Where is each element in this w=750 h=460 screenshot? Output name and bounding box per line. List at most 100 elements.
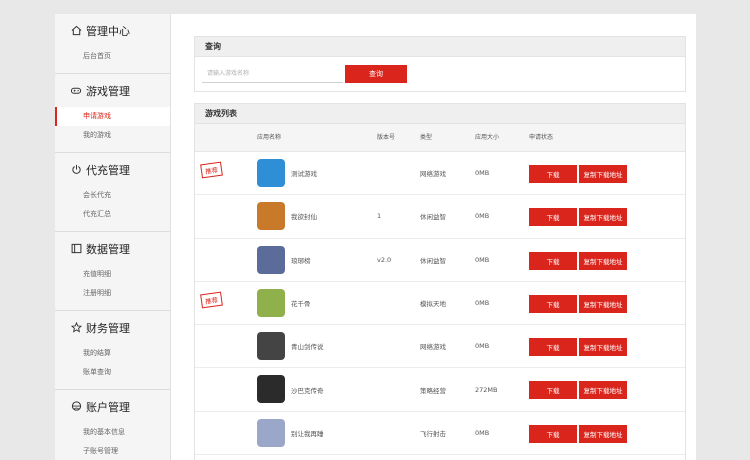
account-icon: [70, 401, 82, 413]
sidebar-group-label: 游戏管理: [86, 84, 130, 98]
sidebar-group: 账户管理我的基本信息 子账号管理: [55, 390, 170, 460]
sidebar: 管理中心后台首页游戏管理申请游戏 我的游戏代充管理会长代充 代充汇总数据管理充值明细…: [55, 14, 171, 460]
app-icon-brw: [257, 418, 285, 447]
table-row: 我欲封仙 1 休闲益智 0MB 下载 复制下载地址: [195, 195, 685, 239]
sidebar-group-label: 管理中心: [86, 24, 130, 38]
sidebar-item[interactable]: 后台首页: [55, 47, 170, 66]
recommend-badge: 推荐: [200, 161, 223, 179]
table-row: 别让我再睡 飞行射击 0MB 下载 复制下载地址: [195, 412, 685, 456]
sidebar-item[interactable]: 代充汇总: [55, 205, 170, 224]
sidebar-group: 管理中心后台首页: [55, 14, 170, 74]
sidebar-group-header[interactable]: 管理中心: [55, 14, 170, 47]
app-icon-wyfx: [257, 202, 285, 231]
sidebar-item[interactable]: 我的游戏: [55, 126, 170, 145]
col-size: 应用大小: [475, 134, 500, 141]
sidebar-group-header[interactable]: 财务管理: [55, 311, 170, 344]
table-row: 推荐测试游戏 网络游戏 0MB 下载 复制下载地址: [195, 152, 685, 196]
app-icon-qs: [257, 332, 285, 361]
download-button[interactable]: 下载: [529, 381, 577, 400]
app-icon-test: [257, 159, 285, 187]
main-content: 查询 查询 游戏列表 应用名称 版本号 类型 应用大小 申请状态 推荐测试游戏网…: [171, 14, 696, 460]
download-button[interactable]: 下载: [529, 165, 577, 183]
app-icon-hqg: [257, 288, 285, 317]
sidebar-group-label: 数据管理: [86, 242, 130, 256]
power-icon: [70, 164, 82, 176]
app-version: v2.0: [377, 255, 392, 264]
copy-link-button[interactable]: 复制下载地址: [579, 208, 627, 227]
table-row: 沙巴克传奇 策略经营 272MB 下载 复制下载地址: [195, 368, 685, 412]
app-size: 0MB: [475, 212, 490, 221]
app-name: 花千骨: [291, 300, 311, 309]
app-type: 飞行射击: [420, 429, 446, 438]
game-list-title: 游戏列表: [195, 104, 685, 124]
download-button[interactable]: 下载: [529, 251, 577, 270]
app-type: 策略经营: [420, 386, 446, 395]
app-name: 沙巴克传奇: [291, 386, 324, 395]
table-row: 推荐花千骨 模拟天地 0MB 下载 复制下载地址: [195, 282, 685, 326]
app-icon-sbk: [257, 375, 285, 404]
table-body: 推荐 测试游戏 网络游戏 0MB 下载 复制下载地址 我欲封仙 1 休闲益智 0MB 下载 复制下载地…: [195, 152, 685, 456]
search-input[interactable]: [202, 65, 343, 83]
sidebar-item[interactable]: 我的基本信息: [55, 423, 170, 442]
sidebar-group-header[interactable]: 游戏管理: [55, 74, 170, 107]
table-header: 应用名称 版本号 类型 应用大小 申请状态: [195, 124, 685, 152]
app-type: 网络游戏: [420, 343, 446, 352]
app-size: 0MB: [475, 428, 490, 437]
home-icon: [70, 25, 82, 37]
col-type: 类型: [420, 134, 433, 141]
app-size: 0MB: [475, 255, 490, 264]
app-icon-lyb: [257, 245, 285, 274]
app-size: 272MB: [475, 385, 498, 394]
sidebar-item[interactable]: 会长代充: [55, 186, 170, 205]
query-button[interactable]: 查询: [345, 65, 407, 83]
query-panel: 查询 查询: [194, 36, 686, 92]
download-button[interactable]: 下载: [529, 208, 577, 227]
sidebar-group-label: 代充管理: [86, 163, 130, 177]
app-size: 0MB: [475, 169, 490, 178]
download-button[interactable]: 下载: [529, 424, 577, 443]
copy-link-button[interactable]: 复制下载地址: [579, 424, 627, 443]
sidebar-group-header[interactable]: 数据管理: [55, 232, 170, 265]
sidebar-group: 游戏管理申请游戏 我的游戏: [55, 74, 170, 153]
copy-link-button[interactable]: 复制下载地址: [579, 251, 627, 270]
game-list-panel: 游戏列表 应用名称 版本号 类型 应用大小 申请状态 推荐 测试游戏 网络游戏 0MB…: [194, 103, 686, 460]
copy-link-button[interactable]: 复制下载地址: [579, 165, 627, 183]
sidebar-group-header[interactable]: 代充管理: [55, 153, 170, 186]
sidebar-item[interactable]: 充值明细: [55, 265, 170, 284]
app-size: 0MB: [475, 342, 490, 351]
app-size: 0MB: [475, 299, 490, 308]
sidebar-item[interactable]: 注册明细: [55, 284, 170, 303]
col-name: 应用名称: [257, 134, 282, 141]
app-name: 别让我再睡: [291, 429, 324, 438]
table-row: 琅琊榜 v2.0 休闲益智 0MB 下载 复制下载地址: [195, 239, 685, 282]
sidebar-group-label: 财务管理: [86, 321, 130, 335]
app-name: 青山剑传说: [291, 343, 324, 352]
copy-link-button[interactable]: 复制下载地址: [579, 381, 627, 400]
sidebar-item[interactable]: 子账号管理: [55, 442, 170, 460]
app-version: 1: [377, 212, 382, 221]
app-type: 休闲益智: [420, 213, 446, 222]
app-type: 模拟天地: [420, 300, 446, 309]
sidebar-group-header[interactable]: 账户管理: [55, 390, 170, 423]
app-type: 网络游戏: [420, 170, 446, 179]
copy-link-button[interactable]: 复制下载地址: [579, 294, 627, 313]
data-icon: [70, 243, 82, 255]
sidebar-group: 数据管理充值明细 注册明细: [55, 232, 170, 311]
recommend-badge: 推荐: [200, 291, 223, 309]
copy-link-button[interactable]: 复制下载地址: [579, 338, 627, 357]
sidebar-group-label: 账户管理: [86, 400, 130, 414]
app-name: 我欲封仙: [291, 213, 317, 222]
sidebar-item[interactable]: 账单查询: [55, 363, 170, 382]
col-version: 版本号: [377, 134, 396, 141]
star-icon: [70, 322, 82, 334]
app-name: 琅琊榜: [291, 256, 311, 265]
sidebar-item[interactable]: 申请游戏: [55, 107, 170, 126]
app-name: 测试游戏: [291, 170, 317, 179]
download-button[interactable]: 下载: [529, 294, 577, 313]
sidebar-item[interactable]: 我的结算: [55, 344, 170, 363]
download-button[interactable]: 下载: [529, 338, 577, 357]
query-panel-title: 查询: [195, 37, 685, 57]
app-type: 休闲益智: [420, 256, 446, 265]
sidebar-group: 财务管理我的结算 账单查询: [55, 311, 170, 390]
sidebar-group: 代充管理会长代充 代充汇总: [55, 153, 170, 232]
